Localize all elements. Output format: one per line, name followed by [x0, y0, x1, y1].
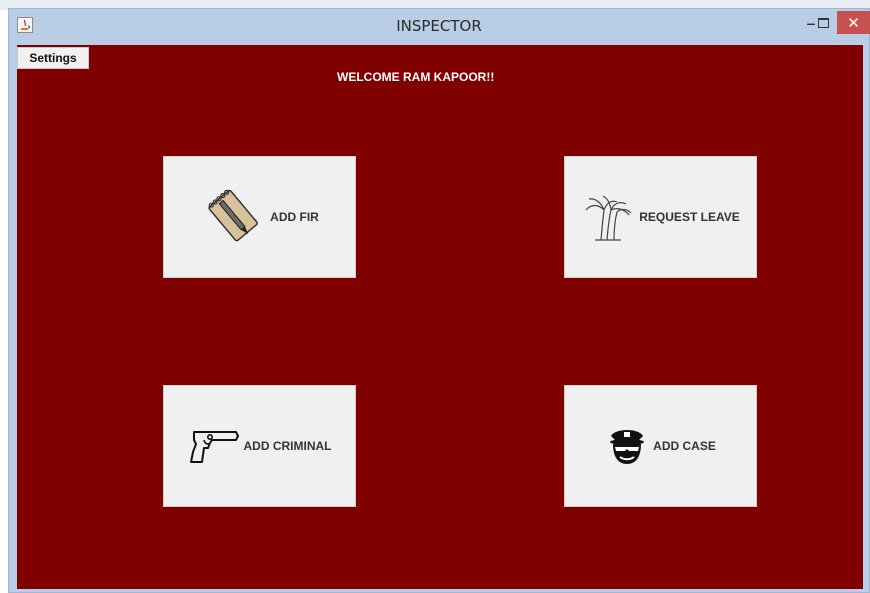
notepad-pencil-icon	[200, 184, 266, 250]
inspector-window: INSPECTOR ‒ ✕ Settings WELCOME RAM KAPOO…	[8, 8, 870, 593]
title-bar[interactable]: INSPECTOR ‒ ✕	[9, 9, 870, 44]
add-case-label: ADD CASE	[653, 439, 716, 453]
request-leave-label: REQUEST LEAVE	[639, 210, 740, 224]
palm-tree-icon	[581, 192, 635, 242]
request-leave-button[interactable]: REQUEST LEAVE	[564, 156, 757, 278]
maximize-button[interactable]	[809, 11, 837, 34]
add-criminal-label: ADD CRIMINAL	[243, 439, 332, 453]
window-title: INSPECTOR	[396, 17, 482, 35]
main-panel: Settings WELCOME RAM KAPOOR!! ADD FIR RE…	[17, 45, 863, 589]
welcome-message: WELCOME RAM KAPOOR!!	[337, 70, 495, 84]
add-fir-label: ADD FIR	[270, 210, 319, 224]
pistol-icon	[188, 426, 240, 466]
add-criminal-button[interactable]: ADD CRIMINAL	[163, 385, 356, 507]
settings-menu[interactable]: Settings	[17, 47, 89, 69]
police-officer-icon	[605, 424, 649, 468]
maximize-icon	[817, 17, 829, 28]
add-fir-button[interactable]: ADD FIR	[163, 156, 356, 278]
add-case-button[interactable]: ADD CASE	[564, 385, 757, 507]
close-button[interactable]: ✕	[837, 11, 870, 34]
